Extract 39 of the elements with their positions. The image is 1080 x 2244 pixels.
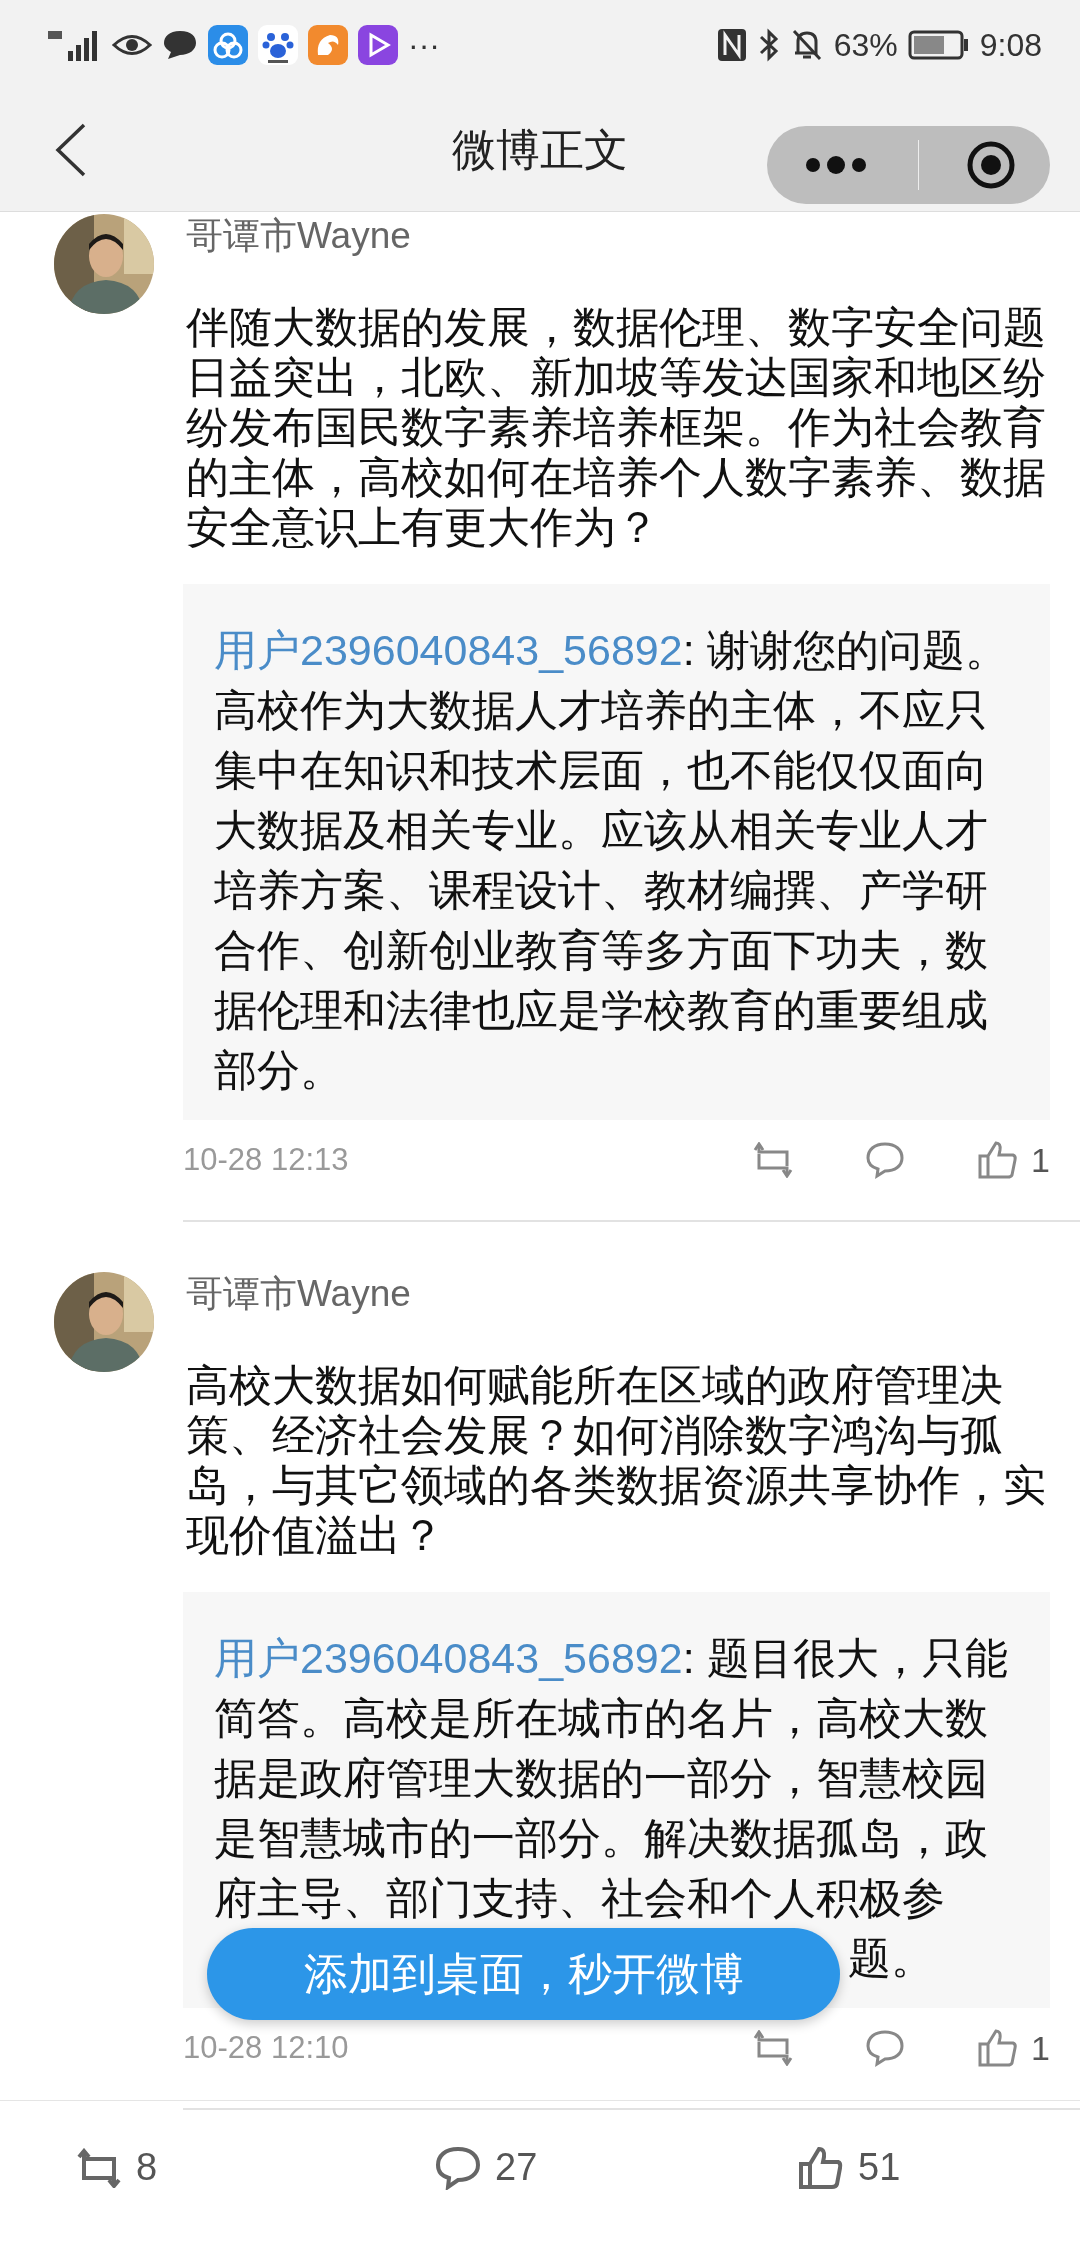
clock: 9:08 [979, 26, 1042, 64]
comment-icon[interactable] [865, 2029, 906, 2067]
paw-icon [258, 25, 298, 65]
like-icon[interactable] [977, 1140, 1020, 1180]
reply-text: 用户2396040843_56892: 题目很大，只能简答。高校是所在城市的名片，高校大数据是政府管理大数据的一部分，智慧校园是智慧城市的一部分。解决数据孤岛，政府主导、部门支持、社会和个人积极参 [214, 1633, 1009, 1924]
comment-text: 伴随大数据的发展，数据伦理、数字安全问题日益突出，北欧、新加坡等发达国家和地区纷纷发布国民数字素养培养框架。作为社会教育的主体，高校如何在培养个人数字素养、数据安全意识上有更大作为？ [186, 302, 1047, 552]
play-icon [358, 25, 398, 65]
like-count: 51 [858, 2146, 901, 2189]
user-link[interactable]: 用户2396040843_56892 [214, 1634, 683, 1682]
app-icon [208, 25, 248, 65]
add-to-desktop-button[interactable]: 添加到桌面，秒开微博 [207, 1928, 840, 2020]
repost-icon[interactable] [76, 2147, 122, 2188]
author-name[interactable]: 哥谭市Wayne [186, 214, 1060, 258]
chat-icon [162, 29, 198, 61]
like-count: 1 [1031, 2028, 1050, 2068]
user-link[interactable]: 用户2396040843_56892 [214, 626, 683, 674]
repost-icon[interactable] [753, 1142, 794, 1178]
like-count: 1 [1031, 1140, 1050, 1180]
repost-icon[interactable] [753, 2030, 794, 2066]
reply-text: 用户2396040843_56892: 谢谢您的问题。高校作为大数据人才培养的主体，不应只集中在知识和技术层面，也不能仅仅面向大数据及相关专业。应该从相关专业人才培养方案、课程设计、教材编撰、产学研合作、创新创业教育等多方面下功夫，数据伦理和法律也应是学校教育的重要组成部分。 [214, 625, 1009, 1096]
repost-count: 8 [136, 2146, 158, 2189]
comment-icon[interactable] [435, 2145, 481, 2190]
comment-text: 高校大数据如何赋能所在区域的政府管理决策、经济社会发展？如何消除数字鸿沟与孤岛，与其它领域的各类数据资源共享协作，实现价值溢出？ [186, 1360, 1047, 1560]
comment-count: 27 [495, 2146, 538, 2189]
comment-icon[interactable] [865, 1141, 906, 1179]
author-name[interactable]: 哥谭市Wayne [186, 1272, 1060, 1316]
page-title: 微博正文 [451, 123, 629, 176]
like-icon[interactable] [977, 2028, 1020, 2068]
bluetooth-icon [757, 27, 780, 63]
like-icon[interactable] [798, 2145, 844, 2190]
back-icon[interactable] [54, 123, 88, 177]
timestamp: 10-28 12:10 [183, 2030, 349, 2066]
battery-percent: 63% [833, 26, 898, 64]
battery-icon [907, 29, 970, 61]
reply-text: 题。 [848, 1933, 935, 1984]
overflow-indicator: ··· [408, 26, 440, 64]
nfc-icon [715, 27, 748, 63]
target-icon[interactable] [966, 140, 1017, 190]
timestamp: 10-28 12:13 [183, 1142, 349, 1178]
